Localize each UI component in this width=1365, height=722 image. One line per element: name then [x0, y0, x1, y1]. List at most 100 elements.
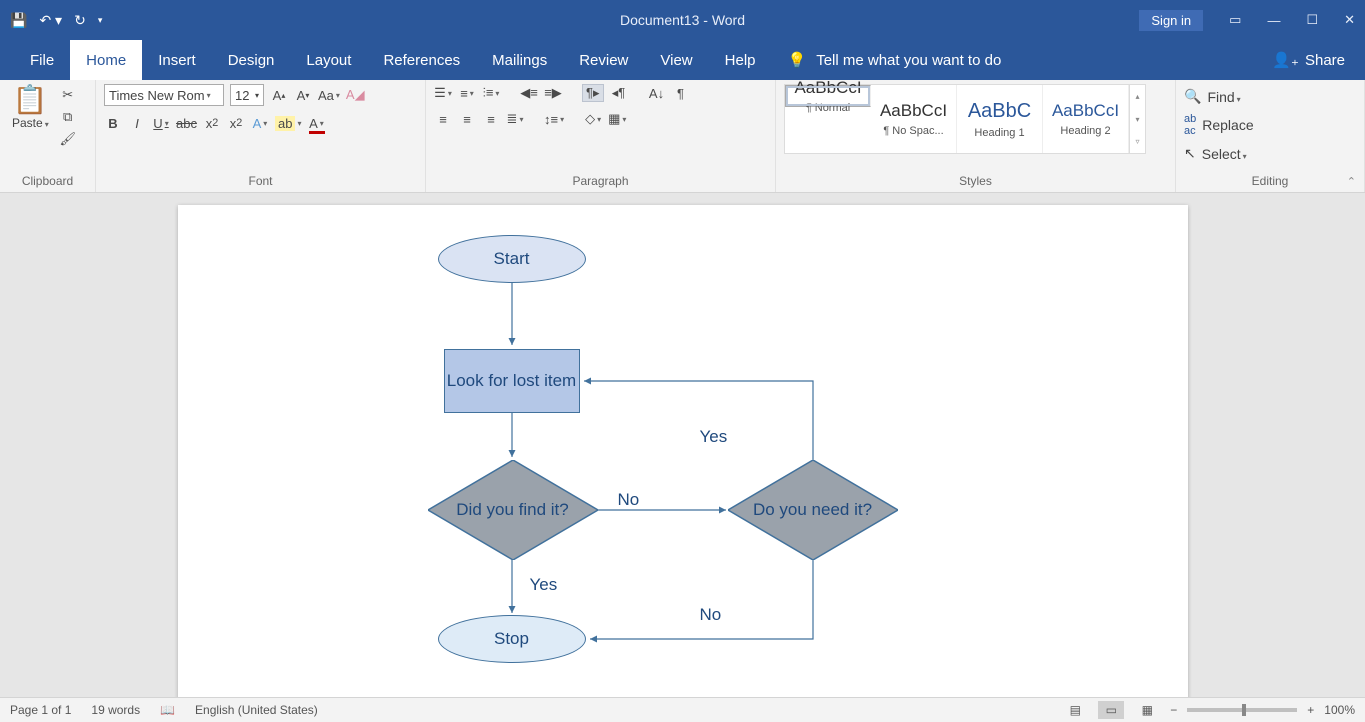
window-title: Document13 - Word: [620, 12, 745, 28]
font-color-icon[interactable]: A: [307, 114, 325, 132]
tab-view[interactable]: View: [644, 40, 708, 80]
clipboard-icon: 📋: [13, 86, 48, 114]
styles-scroll[interactable]: ▴▾▿: [1129, 85, 1145, 153]
tab-design[interactable]: Design: [212, 40, 291, 80]
highlight-icon[interactable]: ab: [275, 114, 301, 132]
document-area[interactable]: Start Look for lost item Did you find it…: [0, 193, 1365, 697]
ribbon: 📋 Paste ✂ ⧉ 🖌 Clipboard Times New Rom 12…: [0, 80, 1365, 193]
flowchart-decision-find[interactable]: Did you find it?: [428, 460, 598, 560]
qat-dropdown-icon[interactable]: ▾: [98, 15, 103, 26]
replace-icon: abac: [1184, 113, 1196, 137]
bullets-icon[interactable]: ☰: [434, 84, 452, 102]
collapse-ribbon-icon[interactable]: ⌃: [1347, 175, 1356, 188]
font-size-select[interactable]: 12▾: [230, 84, 264, 106]
style-heading-2[interactable]: AaBbCcI Heading 2: [1043, 85, 1129, 153]
close-icon[interactable]: ✕: [1344, 12, 1355, 28]
edge-label-no: No: [700, 605, 722, 625]
italic-icon[interactable]: I: [128, 114, 146, 132]
group-label: Paragraph: [434, 172, 767, 190]
replace-button[interactable]: abacReplace: [1184, 113, 1254, 137]
shrink-font-icon[interactable]: A▾: [294, 86, 312, 104]
grow-font-icon[interactable]: A▴: [270, 86, 288, 104]
tab-insert[interactable]: Insert: [142, 40, 212, 80]
language-indicator[interactable]: English (United States): [195, 703, 318, 717]
print-layout-icon[interactable]: ▭: [1098, 701, 1124, 719]
underline-icon[interactable]: U: [152, 114, 170, 132]
tell-me-label: Tell me what you want to do: [816, 52, 1001, 69]
multilevel-list-icon[interactable]: ⫶≡: [482, 84, 500, 102]
tab-home[interactable]: Home: [70, 40, 142, 80]
zoom-slider[interactable]: [1187, 708, 1297, 712]
ribbon-options-icon[interactable]: ▭: [1229, 12, 1241, 28]
find-button[interactable]: 🔍Find: [1184, 88, 1241, 105]
read-mode-icon[interactable]: ▤: [1062, 701, 1088, 719]
select-button[interactable]: ↖Select: [1184, 145, 1247, 162]
edge-label-yes: Yes: [530, 575, 558, 595]
change-case-icon[interactable]: Aa: [318, 86, 340, 104]
group-label: Styles: [784, 172, 1167, 190]
tab-review[interactable]: Review: [563, 40, 644, 80]
bold-icon[interactable]: B: [104, 114, 122, 132]
redo-icon[interactable]: ↻: [74, 12, 86, 29]
shading-icon[interactable]: ◇: [584, 110, 602, 128]
cut-icon[interactable]: ✂: [59, 86, 77, 104]
zoom-in-icon[interactable]: +: [1307, 703, 1314, 717]
page[interactable]: Start Look for lost item Did you find it…: [178, 205, 1188, 697]
tab-help[interactable]: Help: [709, 40, 772, 80]
format-painter-icon[interactable]: 🖌: [59, 130, 77, 148]
increase-indent-icon[interactable]: ≡▶: [544, 84, 562, 102]
tab-mailings[interactable]: Mailings: [476, 40, 563, 80]
page-indicator[interactable]: Page 1 of 1: [10, 703, 71, 717]
zoom-level[interactable]: 100%: [1324, 703, 1355, 717]
subscript-icon[interactable]: x2: [203, 114, 221, 132]
style-no-spacing[interactable]: AaBbCcI ¶ No Spac...: [871, 85, 957, 153]
tab-references[interactable]: References: [367, 40, 476, 80]
tell-me-search[interactable]: 💡 Tell me what you want to do: [772, 40, 1018, 80]
clear-formatting-icon[interactable]: A◢: [346, 86, 365, 104]
tab-file[interactable]: File: [14, 40, 70, 80]
text-effects-icon[interactable]: A: [251, 114, 269, 132]
paste-button[interactable]: 📋 Paste: [8, 84, 53, 132]
maximize-icon[interactable]: ☐: [1306, 12, 1318, 28]
titlebar: 💾 ↶ ▾ ↻ ▾ Document13 - Word Sign in ▭ — …: [0, 0, 1365, 40]
tab-layout[interactable]: Layout: [290, 40, 367, 80]
ltr-icon[interactable]: ¶▸: [582, 84, 604, 102]
strikethrough-icon[interactable]: abc: [176, 114, 197, 132]
rtl-icon[interactable]: ◂¶: [610, 84, 628, 102]
sign-in-button[interactable]: Sign in: [1139, 10, 1203, 31]
numbering-icon[interactable]: ≡: [458, 84, 476, 102]
zoom-out-icon[interactable]: −: [1170, 703, 1177, 717]
justify-icon[interactable]: ≣: [506, 110, 524, 128]
group-label: Font: [104, 172, 417, 190]
superscript-icon[interactable]: x2: [227, 114, 245, 132]
line-spacing-icon[interactable]: ↕≡: [544, 110, 564, 128]
quick-access-toolbar: 💾 ↶ ▾ ↻ ▾: [10, 12, 102, 29]
proofing-icon[interactable]: 📖: [160, 703, 175, 717]
align-left-icon[interactable]: ≡: [434, 110, 452, 128]
flowchart-stop[interactable]: Stop: [438, 615, 586, 663]
flowchart-start[interactable]: Start: [438, 235, 586, 283]
paste-label: Paste: [12, 116, 49, 130]
show-marks-icon[interactable]: ¶: [672, 84, 690, 102]
web-layout-icon[interactable]: ▦: [1134, 701, 1160, 719]
style-heading-1[interactable]: AaBbC Heading 1: [957, 85, 1043, 153]
flowchart: Start Look for lost item Did you find it…: [438, 235, 1158, 695]
word-count[interactable]: 19 words: [91, 703, 140, 717]
share-label: Share: [1305, 52, 1345, 69]
minimize-icon[interactable]: —: [1267, 13, 1280, 28]
share-button[interactable]: 👤₊ Share: [1252, 40, 1365, 80]
flowchart-decision-need[interactable]: Do you need it?: [728, 460, 898, 560]
align-center-icon[interactable]: ≡: [458, 110, 476, 128]
style-normal[interactable]: AaBbCcI ¶ Normal: [785, 85, 871, 107]
borders-icon[interactable]: ▦: [608, 110, 626, 128]
align-right-icon[interactable]: ≡: [482, 110, 500, 128]
edge-label-no: No: [618, 490, 640, 510]
undo-icon[interactable]: ↶ ▾: [39, 12, 62, 29]
sort-icon[interactable]: A↓: [648, 84, 666, 102]
decrease-indent-icon[interactable]: ◀≡: [520, 84, 538, 102]
save-icon[interactable]: 💾: [10, 12, 27, 29]
styles-gallery[interactable]: AaBbCcI ¶ Normal AaBbCcI ¶ No Spac... Aa…: [784, 84, 1146, 154]
copy-icon[interactable]: ⧉: [59, 108, 77, 126]
font-name-select[interactable]: Times New Rom: [104, 84, 224, 106]
flowchart-process[interactable]: Look for lost item: [444, 349, 580, 413]
